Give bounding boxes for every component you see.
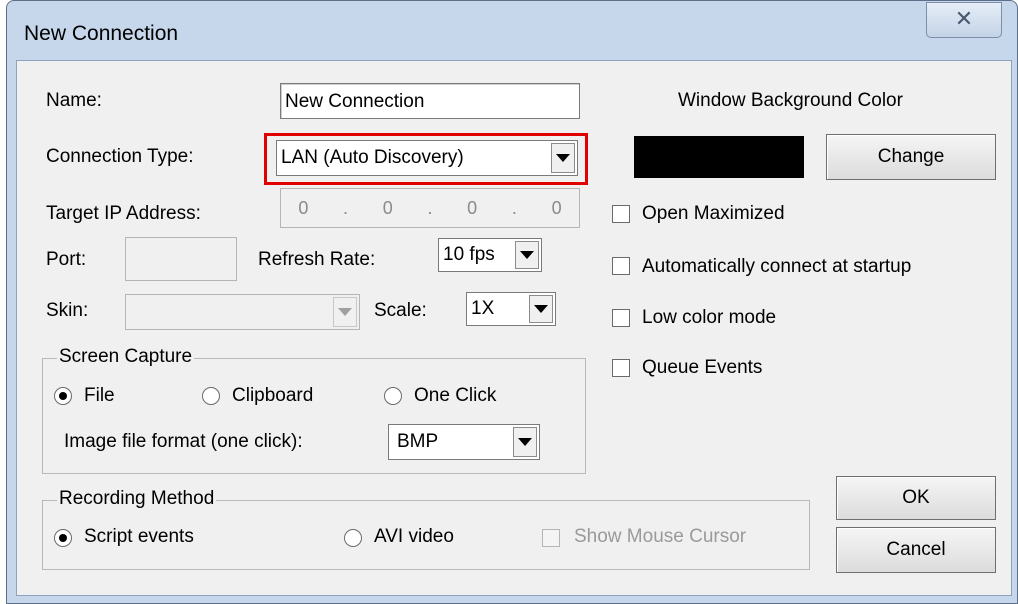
- ok-label: OK: [902, 487, 930, 508]
- scale-dropdown-button[interactable]: [529, 295, 553, 323]
- ip-separator: .: [511, 197, 517, 218]
- dialog-title: New Connection: [24, 22, 179, 45]
- record-script-label: Script events: [84, 526, 194, 547]
- scale-label: Scale:: [374, 300, 427, 321]
- skin-select[interactable]: [125, 294, 360, 330]
- chevron-down-icon: [520, 251, 534, 259]
- queue-events-label: Queue Events: [642, 357, 763, 378]
- image-format-label: Image file format (one click):: [64, 431, 303, 452]
- name-input[interactable]: New Connection: [280, 83, 580, 119]
- refresh-rate-select[interactable]: 10 fps: [438, 238, 542, 272]
- change-color-button[interactable]: Change: [826, 134, 996, 180]
- ip-octet-2: 0: [382, 197, 393, 218]
- chevron-down-icon: [534, 305, 548, 313]
- queue-events-checkbox[interactable]: [612, 359, 630, 377]
- low-color-checkbox[interactable]: [612, 309, 630, 327]
- ip-separator: .: [427, 197, 433, 218]
- background-color-swatch: [634, 136, 804, 178]
- refresh-rate-label: Refresh Rate:: [258, 249, 376, 270]
- scale-value: 1X: [471, 298, 495, 319]
- screen-capture-group-title: Screen Capture: [57, 346, 195, 368]
- capture-oneclick-radio[interactable]: [384, 387, 402, 405]
- open-maximized-label: Open Maximized: [642, 203, 785, 224]
- name-value: New Connection: [285, 91, 425, 112]
- port-input[interactable]: [125, 237, 237, 281]
- low-color-label: Low color mode: [642, 307, 777, 328]
- record-avi-radio[interactable]: [344, 529, 362, 547]
- recording-method-group-title: Recording Method: [57, 488, 217, 510]
- cancel-button[interactable]: Cancel: [836, 527, 996, 573]
- ip-octet-1: 0: [298, 197, 309, 218]
- target-ip-input[interactable]: 0 . 0 . 0 . 0: [280, 188, 580, 228]
- show-mouse-cursor-label: Show Mouse Cursor: [574, 526, 747, 547]
- capture-clipboard-radio[interactable]: [202, 387, 220, 405]
- record-script-radio[interactable]: [54, 529, 72, 547]
- scale-select[interactable]: 1X: [466, 292, 556, 326]
- background-color-label: Window Background Color: [678, 90, 903, 111]
- record-avi-label: AVI video: [374, 526, 454, 547]
- target-ip-label: Target IP Address:: [46, 203, 201, 224]
- show-mouse-cursor-checkbox[interactable]: [542, 529, 560, 547]
- open-maximized-checkbox[interactable]: [612, 205, 630, 223]
- close-icon: ✕: [954, 7, 974, 32]
- image-format-value: BMP: [397, 431, 439, 452]
- ip-octet-4: 0: [551, 197, 562, 218]
- capture-file-label: File: [84, 385, 115, 406]
- close-button[interactable]: ✕: [926, 2, 1002, 38]
- auto-connect-label: Automatically connect at startup: [642, 256, 912, 277]
- port-label: Port:: [46, 249, 87, 270]
- ip-octet-3: 0: [467, 197, 478, 218]
- change-color-label: Change: [877, 146, 945, 167]
- capture-file-radio[interactable]: [54, 387, 72, 405]
- refresh-rate-dropdown-button[interactable]: [515, 241, 539, 269]
- ip-separator: .: [343, 197, 349, 218]
- chevron-down-icon: [338, 308, 352, 316]
- cancel-label: Cancel: [886, 539, 946, 560]
- ok-button[interactable]: OK: [836, 476, 996, 520]
- chevron-down-icon: [518, 438, 532, 446]
- highlight-box: [264, 133, 588, 185]
- name-label: Name:: [46, 90, 102, 111]
- auto-connect-checkbox[interactable]: [612, 257, 630, 275]
- skin-label: Skin:: [46, 300, 89, 321]
- image-format-dropdown-button[interactable]: [513, 427, 537, 457]
- image-format-select[interactable]: BMP: [388, 424, 540, 460]
- capture-clipboard-label: Clipboard: [232, 385, 314, 406]
- refresh-rate-value: 10 fps: [443, 244, 495, 265]
- connection-type-label: Connection Type:: [46, 146, 194, 167]
- capture-oneclick-label: One Click: [414, 385, 497, 406]
- skin-dropdown-button[interactable]: [333, 297, 357, 327]
